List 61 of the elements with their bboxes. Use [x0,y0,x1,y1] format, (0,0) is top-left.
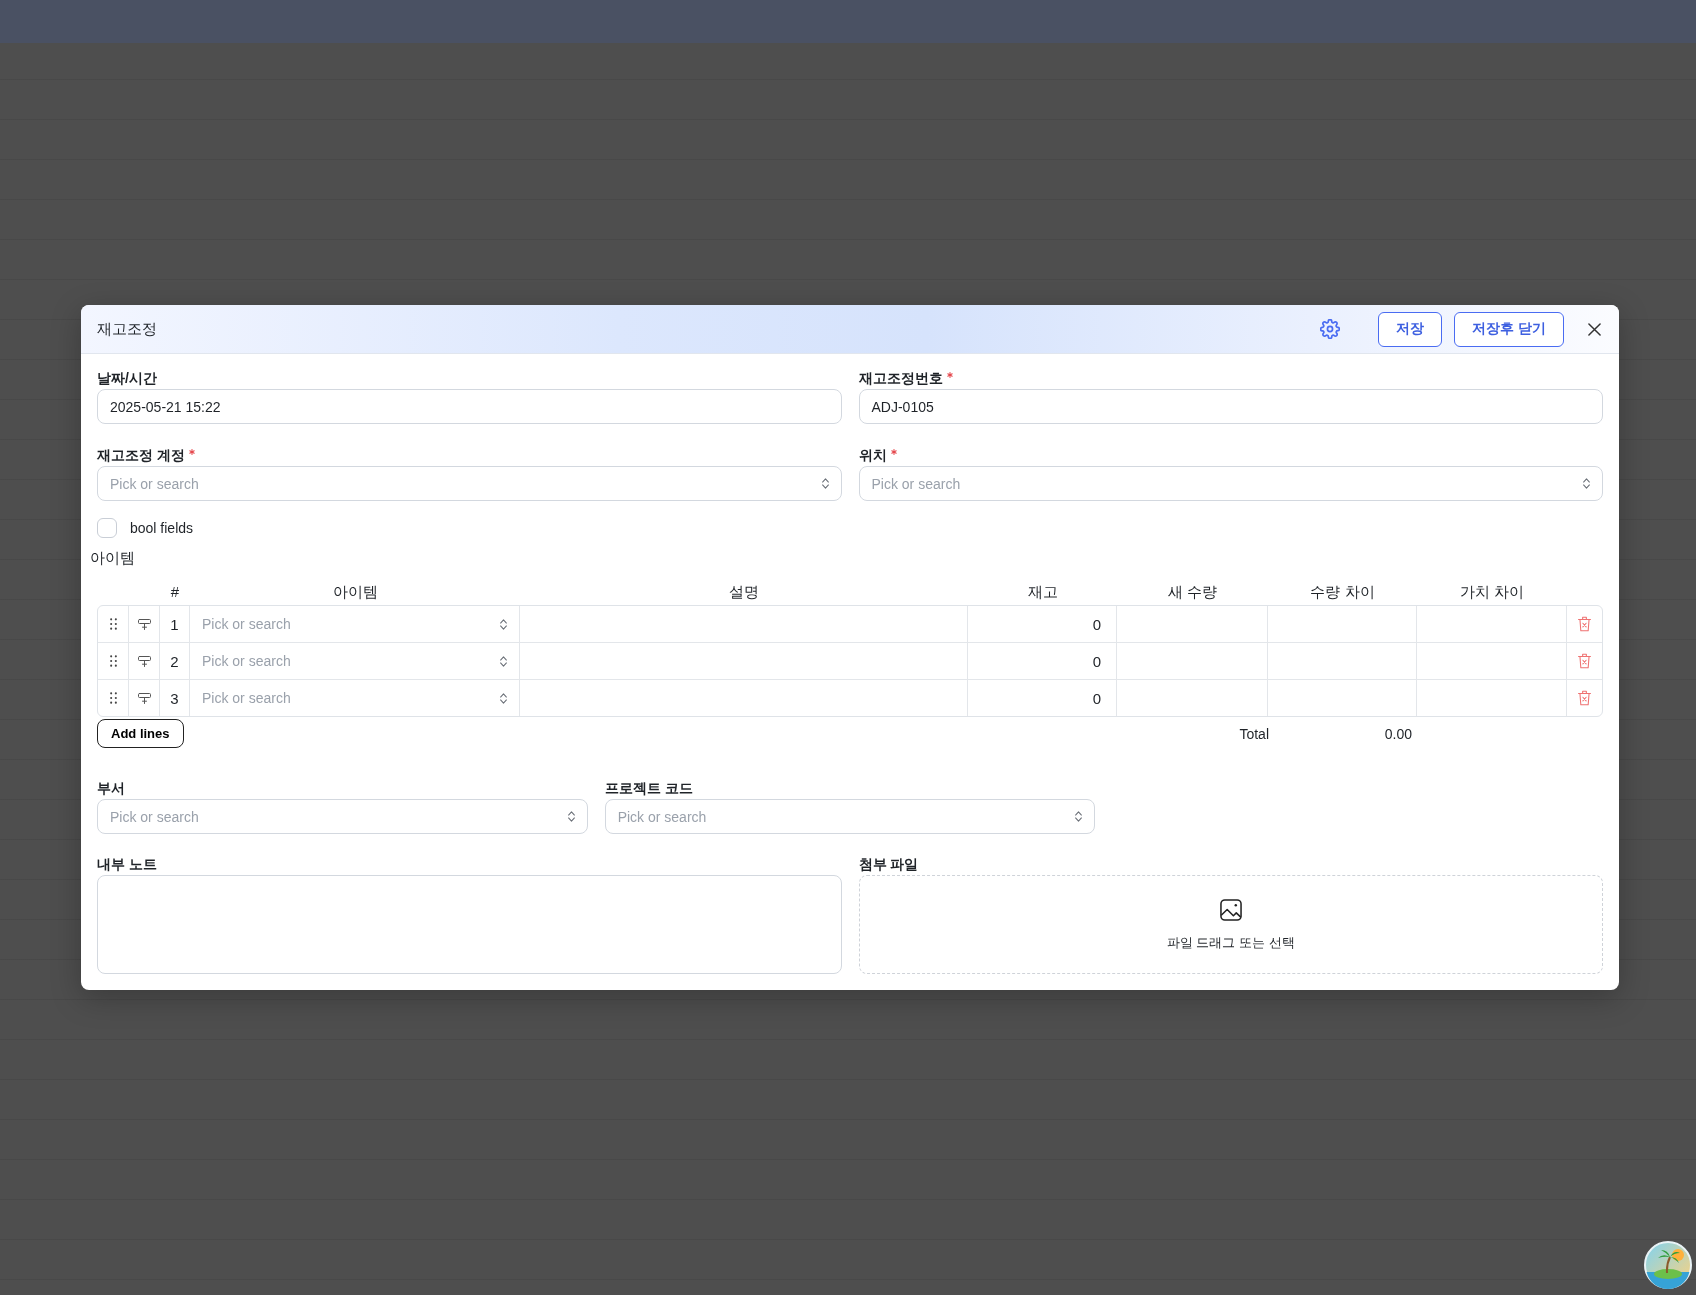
total-label: Total [1239,725,1269,742]
dialog-title: 재고조정 [97,319,157,339]
field-label: 날짜/시간 [97,369,157,387]
field-label: 내부 노트 [97,855,157,873]
chevron-up-down-icon [500,618,507,630]
chevron-up-down-icon [821,478,829,489]
chevron-up-down-icon [567,811,575,822]
column-header: 가치 차이 [1459,583,1525,600]
field-label: 재고조정번호 [858,369,943,387]
add-lines-button[interactable]: Add lines [97,719,184,748]
chevron-up-down-icon [1075,811,1083,822]
trash-icon[interactable] [1578,616,1591,632]
select-field[interactable]: Pick or search [858,466,1603,501]
stock-value: 0 [1092,615,1101,633]
total-value: 0.00 [1384,725,1412,742]
settings-icon[interactable] [1320,319,1341,339]
field-label: 첨부 파일 [858,855,919,873]
trash-icon[interactable] [1578,690,1591,706]
item-select[interactable]: Pick or search [190,680,520,716]
checkbox-label: bool fields [130,520,194,536]
drag-handle-icon[interactable] [109,618,117,630]
column-header: 재고 [1027,583,1058,600]
column-header: 설명 [729,583,759,600]
stock-value: 0 [1092,652,1101,670]
select-field[interactable]: Pick or search [604,799,1096,834]
chevron-up-down-icon [1583,478,1590,489]
column-header: 아이템 [332,583,378,600]
file-drop-zone[interactable]: 파일 드래그 또는 선택 [858,875,1603,974]
save-and-close-button[interactable]: 저장후 닫기 [1454,311,1564,347]
close-icon[interactable] [1588,322,1601,336]
insert-row-icon[interactable] [137,692,151,704]
field-label: 위치 [858,446,887,464]
trash-icon[interactable] [1578,653,1591,669]
field-label: 부서 [97,779,125,797]
row-number: 3 [170,689,179,707]
select-field[interactable]: Pick or search [97,799,588,834]
checkbox[interactable] [97,518,117,538]
section-title: 아이템 [90,548,135,568]
field-label: 프로젝트 코드 [604,779,693,797]
item-select[interactable]: Pick or search [190,643,520,679]
drag-handle-icon[interactable] [109,692,117,704]
row-number: 2 [170,652,179,670]
chevron-up-down-icon [500,692,507,704]
drop-zone-hint: 파일 드래그 또는 선택 [1166,934,1295,952]
column-header: 새 수량 [1167,583,1218,600]
row-number: 1 [170,615,179,633]
image-icon [1219,899,1242,921]
column-header: # [170,583,180,600]
chevron-up-down-icon [500,655,507,667]
drag-handle-icon[interactable] [109,655,117,667]
text-field[interactable]: ADJ-0105 [858,389,1603,424]
stock-value: 0 [1092,689,1101,707]
item-select[interactable]: Pick or search [190,606,520,642]
text-field[interactable]: 2025-05-21 15:22 [97,389,842,424]
save-button[interactable]: 저장 [1378,311,1443,347]
insert-row-icon[interactable] [137,655,151,667]
column-header: 수량 차이 [1310,583,1375,600]
field-label: 재고조정 계정 [97,446,185,464]
select-field[interactable]: Pick or search [97,466,842,501]
insert-row-icon[interactable] [137,618,151,630]
palm-island-avatar-icon[interactable] [1644,1241,1692,1289]
